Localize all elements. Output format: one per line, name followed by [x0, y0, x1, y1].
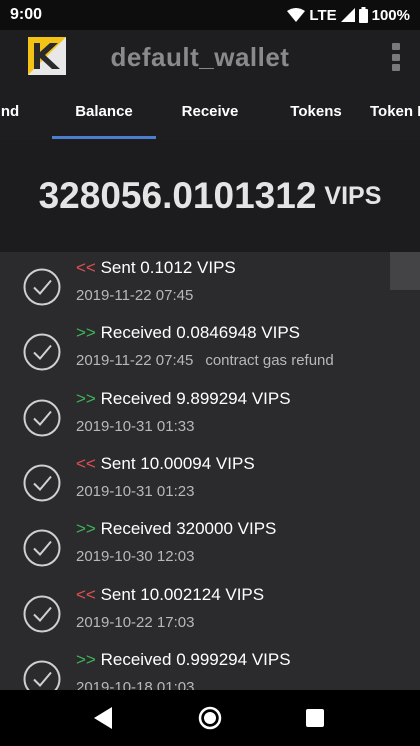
- status-icons: LTE 100%: [287, 7, 410, 24]
- transaction-meta: 2019-10-31 01:23: [76, 483, 194, 500]
- transaction-text: Sent 10.00094 VIPS: [100, 453, 255, 473]
- transaction-datetime: 2019-10-31 01:23: [76, 482, 195, 500]
- received-arrow: >>: [76, 649, 96, 669]
- transaction-row[interactable]: >> Received 0.999294 VIPS 2019-10-18 01:0…: [0, 648, 420, 690]
- check-circle-icon: [23, 529, 61, 567]
- transaction-datetime: 2019-10-18 01:03: [76, 678, 195, 690]
- transaction-title: >> Received 0.0846948 VIPS: [76, 323, 300, 343]
- transaction-datetime: 2019-10-22 17:03: [76, 613, 195, 631]
- transaction-title: >> Received 9.899294 VIPS: [76, 389, 291, 409]
- transaction-row[interactable]: >> Received 9.899294 VIPS 2019-10-31 01:3…: [0, 387, 420, 453]
- check-circle-icon: [23, 268, 61, 306]
- transaction-text: Sent 0.1012 VIPS: [100, 258, 236, 277]
- transaction-row[interactable]: << Sent 10.002124 VIPS 2019-10-22 17:03: [0, 583, 420, 649]
- signal-icon: [340, 8, 355, 22]
- tab-bar: nd Balance Receive Tokens Token I: [0, 84, 420, 140]
- home-icon[interactable]: [198, 706, 222, 730]
- transaction-meta: 2019-10-31 01:33: [76, 418, 194, 435]
- transaction-row[interactable]: >> Received 0.0846948 VIPS 2019-11-22 07:…: [0, 321, 420, 387]
- received-arrow: >>: [76, 519, 96, 539]
- wifi-icon: [287, 8, 306, 22]
- transaction-meta: 2019-11-22 07:45 contract gas refund: [76, 352, 334, 369]
- transaction-title: << Sent 0.1012 VIPS: [76, 258, 236, 278]
- battery-label: 100%: [371, 6, 410, 24]
- status-bar: 9:00 LTE 100%: [0, 0, 420, 30]
- transaction-list[interactable]: << Sent 0.1012 VIPS 2019-11-22 07:45 >> Re…: [0, 252, 420, 690]
- transaction-text: Received 0.0846948 VIPS: [100, 323, 301, 343]
- transaction-note: contract gas refund: [205, 352, 334, 370]
- transaction-meta: 2019-10-18 01:03: [76, 679, 194, 690]
- transaction-text: Sent 10.002124 VIPS: [100, 584, 265, 604]
- transaction-title: >> Received 0.999294 VIPS: [76, 650, 291, 670]
- network-label: LTE: [309, 6, 337, 24]
- app-title: default_wallet: [110, 42, 290, 72]
- tab-receive[interactable]: Receive: [158, 84, 262, 140]
- transaction-meta: 2019-10-22 17:03: [76, 614, 194, 631]
- transaction-title: << Sent 10.00094 VIPS: [76, 454, 255, 474]
- check-circle-icon: [23, 464, 61, 502]
- status-time: 9:00: [10, 6, 43, 23]
- tab-balance[interactable]: Balance: [52, 84, 156, 140]
- transaction-datetime: 2019-10-31 01:33: [76, 417, 195, 435]
- transaction-title: >> Received 320000 VIPS: [76, 519, 276, 539]
- check-circle-icon: [23, 399, 61, 437]
- balance-amount: 328056.0101312: [38, 175, 317, 216]
- transaction-datetime: 2019-10-30 12:03: [76, 548, 195, 566]
- balance-panel: 328056.0101312 VIPS: [0, 140, 420, 252]
- check-circle-icon: [23, 333, 61, 371]
- navigation-bar: [0, 690, 420, 746]
- tab-token-history[interactable]: Token I: [370, 84, 420, 140]
- transaction-meta: 2019-10-30 12:03: [76, 548, 194, 565]
- sent-arrow: <<: [76, 258, 96, 277]
- transaction-row[interactable]: << Sent 10.00094 VIPS 2019-10-31 01:23: [0, 452, 420, 518]
- transaction-text: Received 0.999294 VIPS: [100, 649, 291, 669]
- balance-unit: VIPS: [324, 181, 382, 210]
- back-icon[interactable]: [94, 707, 114, 729]
- more-vert-icon[interactable]: [392, 43, 400, 71]
- tab-send[interactable]: nd: [0, 84, 30, 140]
- transaction-meta: 2019-11-22 07:45: [76, 287, 193, 304]
- tab-indicator: [52, 136, 156, 139]
- transaction-text: Received 9.899294 VIPS: [100, 388, 291, 408]
- app-bar: default_wallet: [0, 30, 420, 84]
- sent-arrow: <<: [76, 584, 96, 604]
- transaction-datetime: 2019-11-22 07:45: [76, 352, 194, 370]
- transaction-title: << Sent 10.002124 VIPS: [76, 585, 264, 605]
- scrollbar-thumb[interactable]: [390, 252, 420, 290]
- transaction-row[interactable]: >> Received 320000 VIPS 2019-10-30 12:03: [0, 517, 420, 583]
- transaction-row[interactable]: << Sent 0.1012 VIPS 2019-11-22 07:45: [0, 256, 420, 322]
- tab-tokens[interactable]: Tokens: [264, 84, 368, 140]
- check-circle-icon: [23, 660, 61, 690]
- transaction-datetime: 2019-11-22 07:45: [76, 287, 194, 304]
- recent-apps-icon[interactable]: [306, 709, 324, 727]
- check-circle-icon: [23, 595, 61, 632]
- transaction-text: Received 320000 VIPS: [100, 519, 277, 539]
- battery-icon: [358, 7, 368, 23]
- received-arrow: >>: [76, 323, 96, 343]
- received-arrow: >>: [76, 388, 96, 408]
- sent-arrow: <<: [76, 453, 96, 473]
